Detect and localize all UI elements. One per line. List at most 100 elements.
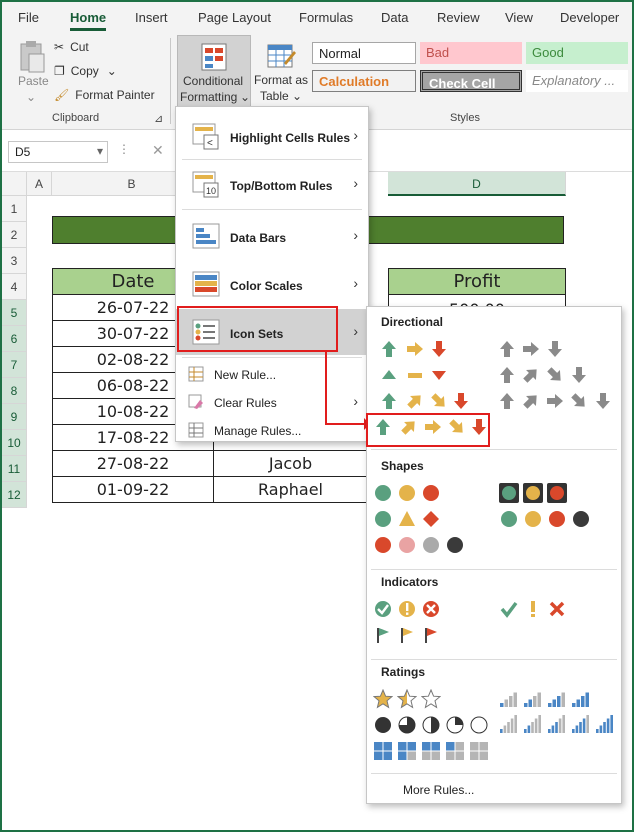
pie-three-quarter-icon[interactable] — [397, 715, 417, 735]
row-header[interactable]: 12 — [2, 482, 27, 508]
row-header[interactable]: 3 — [2, 248, 27, 274]
name-box[interactable]: D5 — [8, 141, 108, 163]
circle-pink-icon[interactable] — [397, 535, 417, 555]
pie-half-icon[interactable] — [421, 715, 441, 735]
boxed-circle-yellow-icon[interactable] — [523, 483, 543, 503]
arrow-right-icon[interactable] — [545, 391, 565, 411]
signal-bars-icon[interactable] — [595, 715, 615, 735]
circle-black-icon[interactable] — [571, 509, 591, 529]
format-painter-button[interactable]: 🖌 Format Painter — [54, 88, 155, 102]
row-header[interactable]: 7 — [2, 352, 27, 378]
pie-quarter-icon[interactable] — [445, 715, 465, 735]
paste-label[interactable]: Paste — [18, 74, 49, 88]
style-bad[interactable]: Bad — [420, 42, 522, 64]
menu-item-color-scales[interactable]: Color Scales › — [176, 261, 368, 307]
signal-bars-icon[interactable] — [499, 689, 519, 709]
quad-boxes-icon[interactable] — [445, 741, 465, 761]
signal-bars-icon[interactable] — [499, 715, 519, 735]
star-empty-icon[interactable] — [420, 688, 442, 709]
date-cell[interactable]: 27-08-22 — [52, 450, 214, 477]
signal-bars-icon[interactable] — [523, 689, 543, 709]
signal-bars-icon[interactable] — [523, 715, 543, 735]
style-check-cell[interactable]: Check Cell — [420, 70, 522, 92]
signal-bars-icon[interactable] — [547, 689, 567, 709]
arrow-right-icon[interactable] — [405, 339, 425, 359]
tab-data[interactable]: Data — [381, 10, 408, 25]
signal-bars-icon[interactable] — [571, 715, 591, 735]
format-as-table-button[interactable]: Format as Table ⌄ — [252, 35, 308, 107]
check-icon[interactable] — [499, 599, 519, 619]
tab-file[interactable]: File — [18, 10, 39, 25]
quad-boxes-icon[interactable] — [469, 741, 489, 761]
circle-green-icon[interactable] — [373, 509, 393, 529]
column-header-a[interactable]: A — [27, 172, 52, 196]
copy-button[interactable]: ❐ Copy ⌄ — [54, 64, 117, 78]
tab-review[interactable]: Review — [437, 10, 480, 25]
circle-red-icon[interactable] — [373, 535, 393, 555]
row-header[interactable]: 9 — [2, 404, 27, 430]
row-header[interactable]: 1 — [2, 196, 27, 222]
name-cell[interactable]: Raphael — [213, 476, 368, 503]
flag-green-icon[interactable] — [373, 625, 393, 645]
row-header[interactable]: 2 — [2, 222, 27, 248]
arrow-up-right-icon[interactable] — [521, 391, 541, 411]
arrow-right-icon[interactable] — [521, 339, 541, 359]
row-header[interactable]: 11 — [2, 456, 27, 482]
exclamation-circle-icon[interactable] — [397, 599, 417, 619]
cut-button[interactable]: ✂ Cut — [54, 40, 89, 54]
star-full-icon[interactable] — [372, 688, 394, 709]
style-explanatory[interactable]: Explanatory ... — [526, 70, 628, 92]
conditional-formatting-button[interactable]: Conditional Formatting ⌄ — [177, 35, 251, 107]
row-header[interactable]: 4 — [2, 274, 27, 300]
triangle-up-icon[interactable] — [379, 365, 399, 385]
dialog-launcher-icon[interactable]: ⊿ — [154, 112, 163, 125]
tab-formulas[interactable]: Formulas — [299, 10, 353, 25]
quad-boxes-icon[interactable] — [397, 741, 417, 761]
circle-black-icon[interactable] — [445, 535, 465, 555]
arrow-up-icon[interactable] — [497, 365, 517, 385]
tab-home[interactable]: Home — [70, 10, 107, 31]
flag-red-icon[interactable] — [421, 625, 441, 645]
more-rules-link[interactable]: More Rules... — [403, 783, 474, 797]
header-cell-profit[interactable]: Profit — [388, 268, 566, 295]
x-circle-icon[interactable] — [421, 599, 441, 619]
circle-green-icon[interactable] — [499, 509, 519, 529]
row-header[interactable]: 5 — [2, 300, 27, 326]
circle-red-icon[interactable] — [547, 509, 567, 529]
style-calculation[interactable]: Calculation — [312, 70, 416, 92]
quad-boxes-icon[interactable] — [421, 741, 441, 761]
tab-view[interactable]: View — [505, 10, 533, 25]
quad-boxes-icon[interactable] — [373, 741, 393, 761]
circle-red-icon[interactable] — [421, 483, 441, 503]
style-normal[interactable]: Normal — [312, 42, 416, 64]
arrow-down-icon[interactable] — [569, 365, 589, 385]
triangle-down-icon[interactable] — [429, 365, 449, 385]
tab-developer[interactable]: Developer — [560, 10, 619, 25]
arrow-down-icon[interactable] — [429, 339, 449, 359]
boxed-circle-red-icon[interactable] — [547, 483, 567, 503]
circle-yellow-icon[interactable] — [397, 483, 417, 503]
arrow-up-icon[interactable] — [379, 391, 399, 411]
triangle-yellow-icon[interactable] — [397, 509, 417, 529]
style-good[interactable]: Good — [526, 42, 628, 64]
menu-item-top-bottom-rules[interactable]: 10 Top/Bottom Rules › — [176, 161, 368, 207]
arrow-down-right-icon[interactable] — [569, 391, 589, 411]
menu-item-data-bars[interactable]: Data Bars › — [176, 213, 368, 259]
cancel-icon[interactable]: ✕ — [152, 142, 164, 159]
tab-page-layout[interactable]: Page Layout — [198, 10, 271, 25]
arrow-down-right-icon[interactable] — [545, 365, 565, 385]
tab-insert[interactable]: Insert — [135, 10, 168, 25]
pie-empty-icon[interactable] — [469, 715, 489, 735]
check-circle-icon[interactable] — [373, 599, 393, 619]
arrow-down-icon[interactable] — [593, 391, 613, 411]
menu-item-highlight-cells-rules[interactable]: < Highlight Cells Rules › — [176, 113, 368, 159]
diamond-red-icon[interactable] — [421, 509, 441, 529]
boxed-circle-green-icon[interactable] — [499, 483, 519, 503]
signal-bars-icon[interactable] — [547, 715, 567, 735]
star-half-icon[interactable] — [396, 688, 418, 709]
dash-icon[interactable] — [405, 365, 425, 385]
circle-green-icon[interactable] — [373, 483, 393, 503]
arrow-up-right-icon[interactable] — [405, 391, 425, 411]
row-header[interactable]: 6 — [2, 326, 27, 352]
arrow-up-icon[interactable] — [497, 391, 517, 411]
